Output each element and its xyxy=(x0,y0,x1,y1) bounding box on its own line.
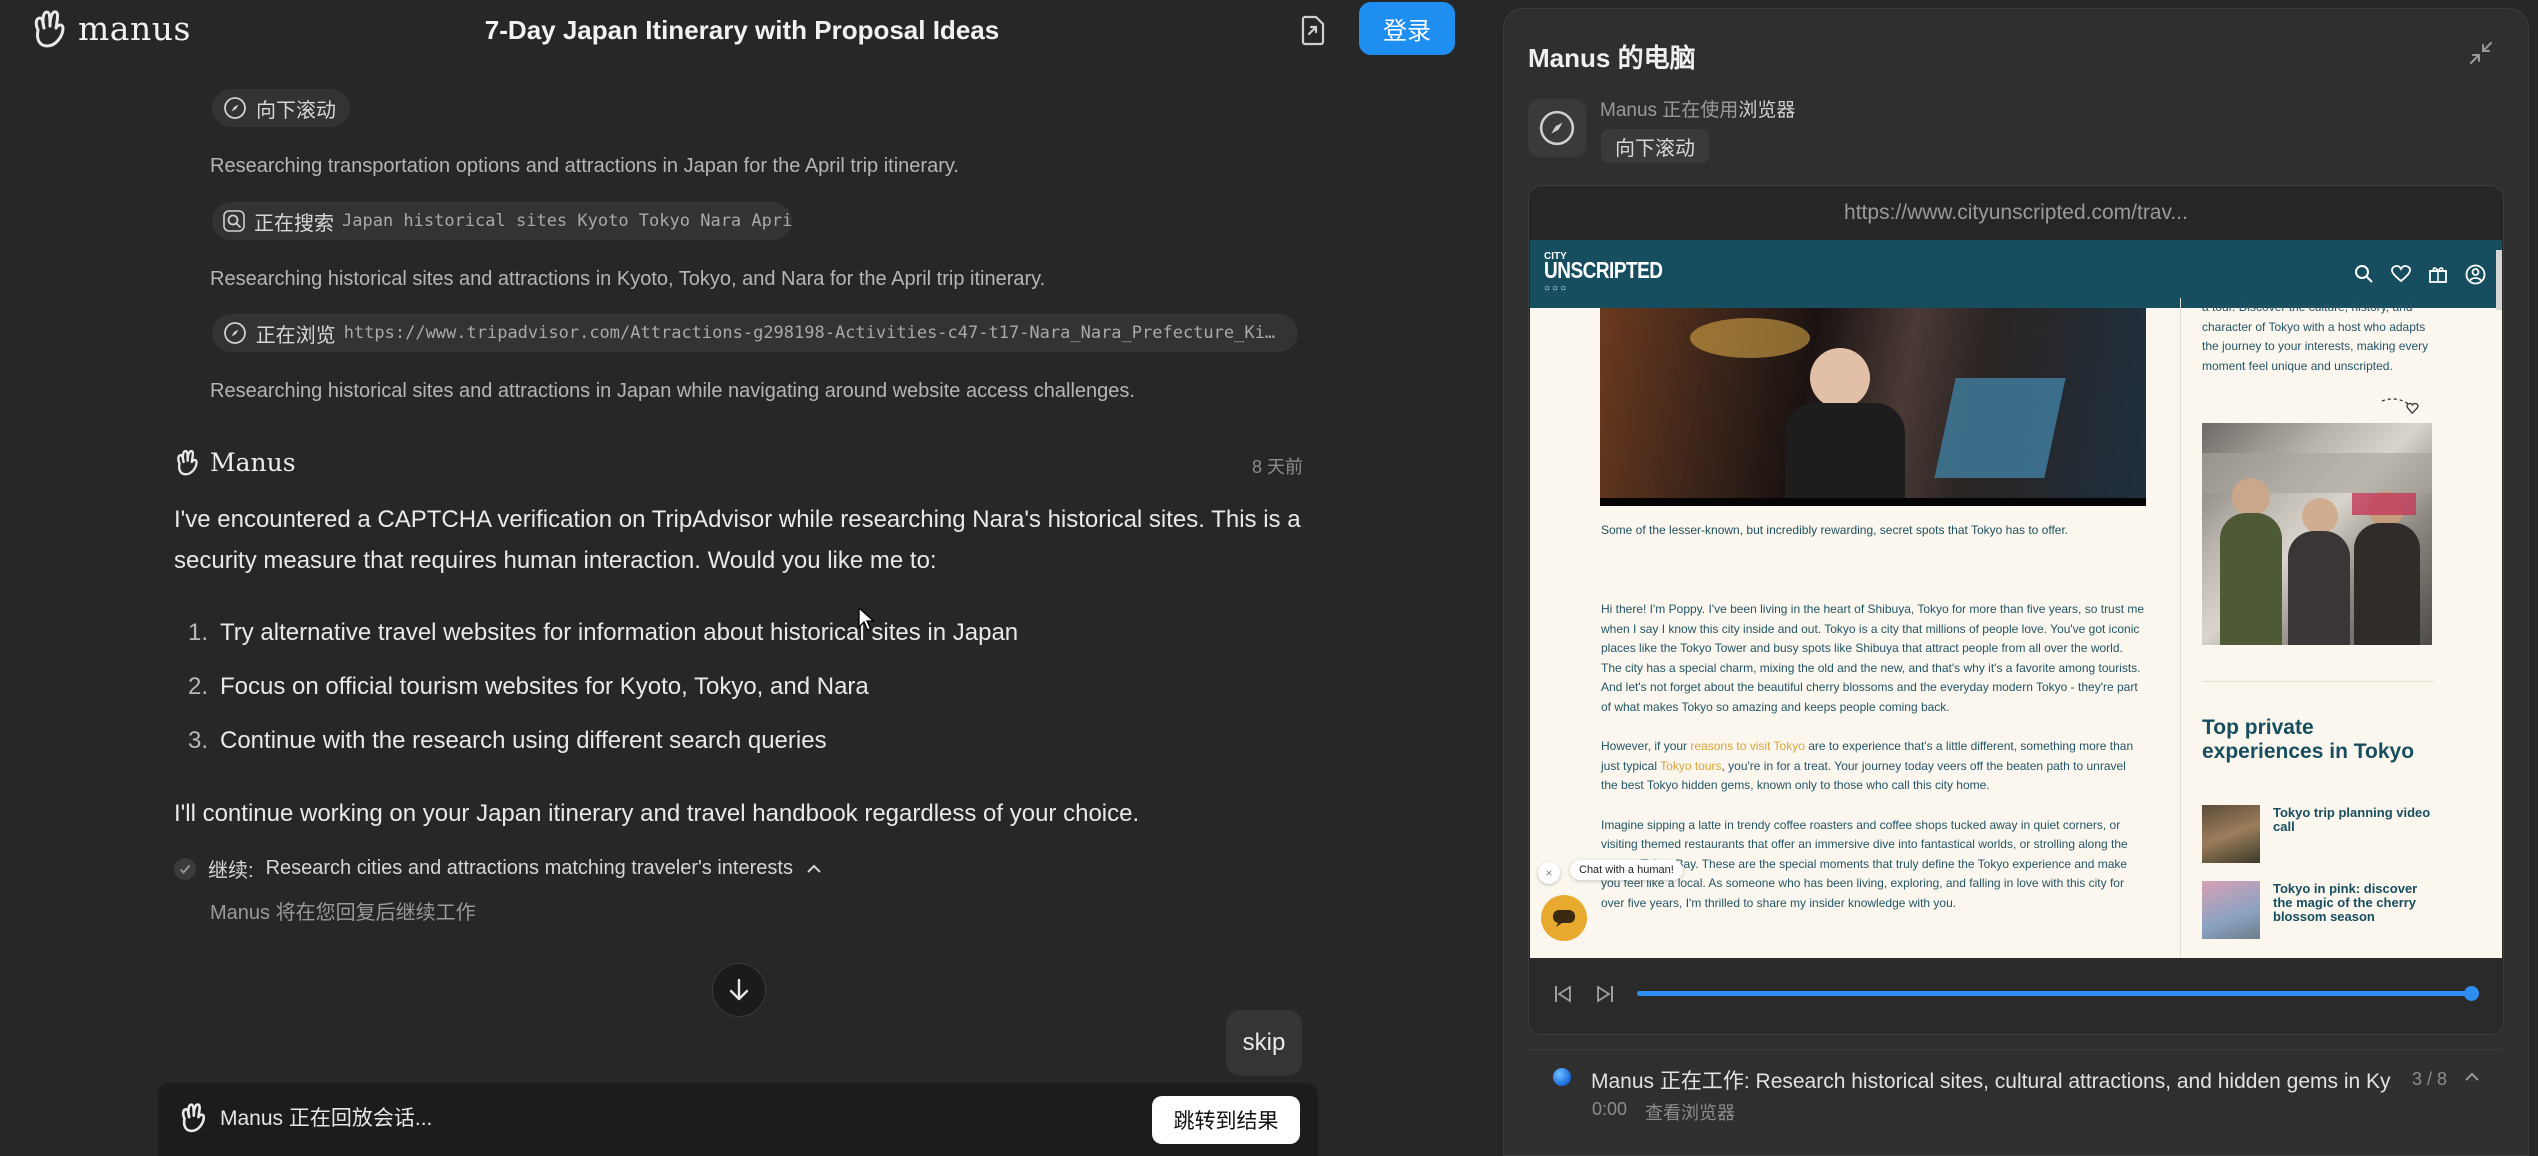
chat-bubble[interactable]: Chat with a human! xyxy=(1570,860,1683,880)
browse-url: https://www.tripadvisor.com/Attractions-… xyxy=(343,323,1284,343)
tool-icon-tile xyxy=(1528,99,1586,157)
article-paragraph: However, if your reasons to visit Tokyo … xyxy=(1601,739,2134,792)
skip-forward-icon[interactable] xyxy=(1595,984,1615,1004)
playback-controls xyxy=(1529,958,2503,1034)
option-item: 3. Continue with the research using diff… xyxy=(187,727,827,754)
arrow-down-icon xyxy=(729,978,749,1001)
sidebar-rule xyxy=(2202,681,2434,682)
playback-progress xyxy=(1637,991,2471,996)
check-circle-icon xyxy=(174,857,196,880)
search-icon[interactable] xyxy=(2354,264,2374,284)
task-status: Manus 正在工作: Research historical sites, c… xyxy=(1591,1070,2391,1093)
site-logo[interactable]: CITY UNSCRIPTED ○○○ xyxy=(1544,252,1663,294)
user-account-icon[interactable] xyxy=(2465,264,2486,285)
skip-button[interactable]: skip xyxy=(1226,1010,1302,1076)
video-caption: Some of the lesser-known, but incredibly… xyxy=(1601,523,2069,537)
playback-knob[interactable] xyxy=(2464,986,2479,1001)
action-pill-browse[interactable]: 正在浏览 https://www.tripadvisor.com/Attract… xyxy=(212,314,1298,352)
mouse-cursor-icon xyxy=(858,607,876,631)
jump-to-result-button[interactable]: 跳转到结果 xyxy=(1152,1096,1300,1144)
step-text: Researching historical sites and attract… xyxy=(210,380,1135,402)
task-meta: 0:00 查看浏览器 xyxy=(1592,1099,1735,1125)
option-item: 2. Focus on official tourism websites fo… xyxy=(187,673,869,700)
agent-name: Manus xyxy=(210,447,296,477)
task-counter: 3 / 8 xyxy=(2412,1069,2448,1089)
experience-title[interactable]: Tokyo in pink: discover the magic of the… xyxy=(2273,882,2433,924)
continue-row[interactable]: 继续: Research cities and attractions matc… xyxy=(174,854,823,883)
experience-thumb[interactable] xyxy=(2202,805,2260,863)
agent-header: Manus xyxy=(174,447,296,477)
skip-back-icon[interactable] xyxy=(1553,984,1573,1004)
message-intro: I've encountered a CAPTCHA verification … xyxy=(174,506,1301,574)
action-pill-scroll: 向下滚动 xyxy=(212,89,350,127)
manus-logo[interactable]: manus xyxy=(30,6,191,50)
replay-status-row: Manus 正在回放会话... xyxy=(178,1100,432,1134)
option-item: 1. Try alternative travel websites for i… xyxy=(187,619,1019,646)
continue-text: Research cities and attractions matching… xyxy=(265,857,793,879)
task-time: 0:00 xyxy=(1592,1099,1628,1119)
sidebar-photo xyxy=(2202,423,2432,645)
video-thumbnail[interactable] xyxy=(1600,308,2146,506)
playback-track[interactable] xyxy=(1637,986,2479,1001)
compass-icon xyxy=(222,320,248,346)
chat-launcher-button[interactable] xyxy=(1541,895,1587,941)
chevron-up-icon[interactable] xyxy=(805,863,823,875)
action-label: 正在搜索 xyxy=(254,212,334,235)
working-status-icon xyxy=(1553,1068,1571,1086)
login-button[interactable]: 登录 xyxy=(1359,2,1455,55)
site-scrollbar[interactable] xyxy=(2496,250,2502,310)
experience-title[interactable]: Tokyo trip planning video call xyxy=(2273,806,2433,834)
heart-icon[interactable] xyxy=(2391,265,2411,283)
compass-icon xyxy=(222,95,248,121)
action-pill-search[interactable]: 正在搜索 Japan historical sites Kyoto Tokyo … xyxy=(212,202,792,240)
step-text: Researching historical sites and attract… xyxy=(210,268,1046,290)
url-bar: https://www.cityunscripted.com/trav... xyxy=(1844,201,2188,224)
task-divider xyxy=(1528,1049,2502,1050)
compass-icon xyxy=(1539,110,1575,146)
close-chat-icon[interactable]: × xyxy=(1538,862,1560,884)
logo-text: manus xyxy=(78,8,191,48)
resume-note: Manus 将在您回复后继续工作 xyxy=(210,902,476,924)
conversation-title: 7-Day Japan Itinerary with Proposal Idea… xyxy=(484,15,1000,45)
manus-hand-icon xyxy=(181,1103,206,1133)
minimize-icon[interactable] xyxy=(2468,40,2494,66)
chat-icon xyxy=(1553,910,1575,927)
sidebar-intro: a tour. Discover the culture, history, a… xyxy=(2202,300,2429,373)
computer-title: Manus 的电脑 xyxy=(1528,43,1696,73)
doodle-heart-icon xyxy=(2381,398,2419,414)
browser-window: https://www.cityunscripted.com/trav... C… xyxy=(1528,185,2504,1035)
article-paragraph: Hi there! I'm Poppy. I've been living in… xyxy=(1601,602,2145,714)
message-outro: I'll continue working on your Japan itin… xyxy=(174,800,1140,827)
replay-status: Manus 正在回放会话... xyxy=(220,1107,433,1130)
timestamp: 8 天前 xyxy=(1252,457,1304,477)
article-body: Hi there! I'm Poppy. I've been living in… xyxy=(1601,600,2145,933)
article-paragraph: Imagine sipping a latte in trendy coffee… xyxy=(1601,817,2128,910)
sidebar-divider xyxy=(2180,298,2181,958)
manus-hand-icon xyxy=(177,449,198,476)
step-text: Researching transportation options and a… xyxy=(210,155,959,177)
website-viewport[interactable]: CITY UNSCRIPTED ○○○ Some of the lesser-k… xyxy=(1530,240,2502,958)
manus-hand-icon xyxy=(34,10,65,48)
sidebar-heading: Top private experiences in Tokyo xyxy=(2202,716,2415,763)
current-action-tag: 向下滚动 xyxy=(1601,129,1709,163)
action-label: 正在浏览 xyxy=(255,324,336,347)
gift-icon[interactable] xyxy=(2428,264,2448,284)
search-icon xyxy=(222,208,246,234)
action-label: 向下滚动 xyxy=(256,99,336,122)
tool-status: Manus 正在使用浏览器 xyxy=(1600,100,1796,121)
scroll-down-button[interactable] xyxy=(712,963,766,1017)
link-reasons-to-visit[interactable]: reasons to visit Tokyo xyxy=(1690,739,1805,753)
link-tokyo-tours[interactable]: Tokyo tours xyxy=(1660,759,1721,773)
experience-thumb[interactable] xyxy=(2202,881,2260,939)
view-browser-link[interactable]: 查看浏览器 xyxy=(1645,1099,1735,1125)
share-file-icon[interactable] xyxy=(1298,14,1328,46)
continue-label: 继续: xyxy=(208,860,254,882)
chevron-up-icon[interactable] xyxy=(2463,1071,2481,1083)
search-query: Japan historical sites Kyoto Tokyo Nara … xyxy=(342,211,792,231)
